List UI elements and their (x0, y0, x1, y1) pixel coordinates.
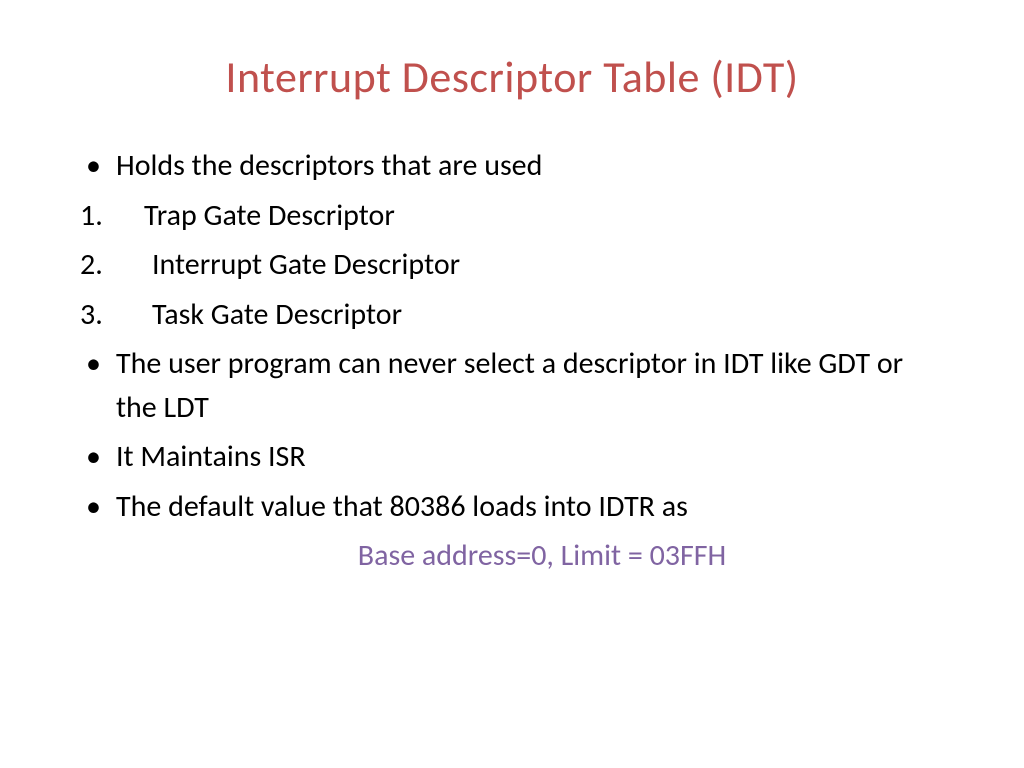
footer-text: Base address=0, Limit = 03FFH (80, 534, 944, 578)
numbered-item: 3. Task Gate Descriptor (80, 293, 944, 337)
bullet-text: The user program can never select a desc… (116, 345, 903, 426)
numbered-text: Task Gate Descriptor (116, 293, 402, 337)
bullet-text: Holds the descriptors that are used (116, 147, 542, 184)
bullet-item: The default value that 80386 loads into … (80, 485, 944, 529)
slide-title: Interrupt Descriptor Table (IDT) (80, 50, 944, 104)
bullet-item: Holds the descriptors that are used (80, 144, 944, 188)
list-number: 2. (80, 243, 116, 287)
bullet-text: The default value that 80386 loads into … (116, 488, 688, 525)
numbered-item: 2. Interrupt Gate Descriptor (80, 243, 944, 287)
list-number: 3. (80, 293, 116, 337)
slide-content: Holds the descriptors that are used 1. T… (80, 144, 944, 578)
numbered-text: Trap Gate Descriptor (116, 194, 395, 238)
bullet-item: It Maintains ISR (80, 435, 944, 479)
bullet-item: The user program can never select a desc… (80, 342, 944, 429)
numbered-text: Interrupt Gate Descriptor (116, 243, 460, 287)
bullet-text: It Maintains ISR (116, 438, 306, 475)
list-number: 1. (80, 194, 116, 238)
numbered-item: 1. Trap Gate Descriptor (80, 194, 944, 238)
